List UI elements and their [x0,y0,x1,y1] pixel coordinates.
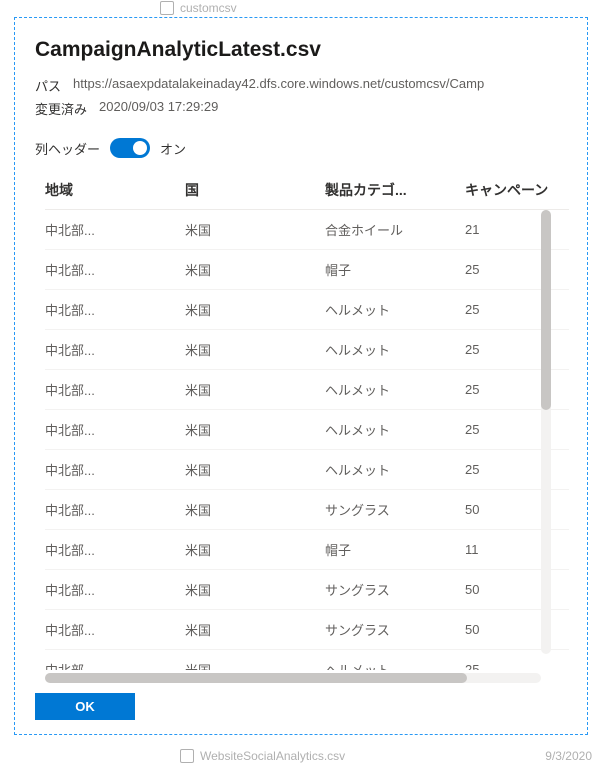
table-row[interactable]: 中北部...米国帽子11 [45,530,569,570]
modified-label: 変更済み [35,99,87,118]
table-cell: サングラス [325,580,465,599]
table-cell: 中北部... [45,540,185,559]
bg-bottom-date: 9/3/2020 [545,749,592,763]
table-cell: 米国 [185,620,325,639]
table-cell: 米国 [185,500,325,519]
table-cell: 25 [465,662,555,670]
table-cell: 米国 [185,300,325,319]
panel-footer: OK [35,693,569,720]
table-cell: 帽子 [325,260,465,279]
table-row[interactable]: 中北部...米国合金ホイール21 [45,210,569,250]
table-cell: ヘルメット [325,660,465,670]
table-cell: ヘルメット [325,380,465,399]
table-row[interactable]: 中北部...米国帽子25 [45,250,569,290]
table-cell: 米国 [185,580,325,599]
table-row[interactable]: 中北部...米国ヘルメット25 [45,410,569,450]
toggle-knob [133,141,147,155]
table-cell: 中北部... [45,300,185,319]
table-cell: 米国 [185,220,325,239]
table-row[interactable]: 中北部...米国ヘルメット25 [45,650,569,670]
col-region[interactable]: 地域 [45,180,185,200]
table-cell: 中北部... [45,500,185,519]
table-cell: 米国 [185,540,325,559]
file-title: CampaignAnalyticLatest.csv [35,38,569,62]
table-cell: 米国 [185,660,325,670]
table-cell: 中北部... [45,340,185,359]
table-row[interactable]: 中北部...米国サングラス50 [45,610,569,650]
table-cell: 帽子 [325,540,465,559]
table-row[interactable]: 中北部...米国サングラス50 [45,490,569,530]
table-cell: 中北部... [45,380,185,399]
table-row[interactable]: 中北部...米国サングラス50 [45,570,569,610]
table-cell: 中北部... [45,220,185,239]
column-header-toggle[interactable] [110,138,150,158]
table-cell: 中北部... [45,660,185,670]
meta-path-row: パス https://asaexpdatalakeinaday42.dfs.co… [35,76,569,95]
col-campaign[interactable]: キャンペーン [465,180,555,200]
table-cell: 米国 [185,460,325,479]
table-row[interactable]: 中北部...米国ヘルメット25 [45,370,569,410]
preview-panel: CampaignAnalyticLatest.csv パス https://as… [14,17,588,735]
horizontal-scrollbar[interactable] [45,673,541,683]
col-country[interactable]: 国 [185,180,325,200]
table-cell: 米国 [185,260,325,279]
table-cell: 中北部... [45,620,185,639]
table-row[interactable]: 中北部...米国ヘルメット25 [45,450,569,490]
table-cell: 中北部... [45,580,185,599]
bg-bottom-file: WebsiteSocialAnalytics.csv [180,749,345,763]
table-cell: 米国 [185,420,325,439]
table-cell: サングラス [325,500,465,519]
table-body: 中北部...米国合金ホイール21中北部...米国帽子25中北部...米国ヘルメッ… [45,210,569,670]
table-row[interactable]: 中北部...米国ヘルメット25 [45,290,569,330]
path-label: パス [35,76,61,95]
table-cell: ヘルメット [325,460,465,479]
table-cell: 米国 [185,380,325,399]
modified-value: 2020/09/03 17:29:29 [99,99,218,118]
table-cell: ヘルメット [325,300,465,319]
table-cell: 中北部... [45,260,185,279]
table-cell: 中北部... [45,460,185,479]
ok-button[interactable]: OK [35,693,135,720]
preview-table: 地域 国 製品カテゴ... キャンペーン 中北部...米国合金ホイール21中北部… [35,170,569,683]
vertical-scrollbar[interactable] [541,210,551,654]
table-header-row: 地域 国 製品カテゴ... キャンペーン [45,170,569,210]
table-cell: ヘルメット [325,420,465,439]
path-value: https://asaexpdatalakeinaday42.dfs.core.… [73,76,484,95]
table-row[interactable]: 中北部...米国ヘルメット25 [45,330,569,370]
table-cell: 中北部... [45,420,185,439]
meta-modified-row: 変更済み 2020/09/03 17:29:29 [35,99,569,118]
table-cell: 米国 [185,340,325,359]
table-cell: 合金ホイール [325,220,465,239]
column-header-row: 列ヘッダー オン [35,138,569,158]
horizontal-scroll-thumb[interactable] [45,673,467,683]
column-header-state: オン [160,139,186,158]
table-cell: ヘルメット [325,340,465,359]
col-category[interactable]: 製品カテゴ... [325,180,465,200]
table-cell: サングラス [325,620,465,639]
vertical-scroll-thumb[interactable] [541,210,551,410]
bg-top-file: customcsv [160,1,237,15]
column-header-label: 列ヘッダー [35,139,100,158]
